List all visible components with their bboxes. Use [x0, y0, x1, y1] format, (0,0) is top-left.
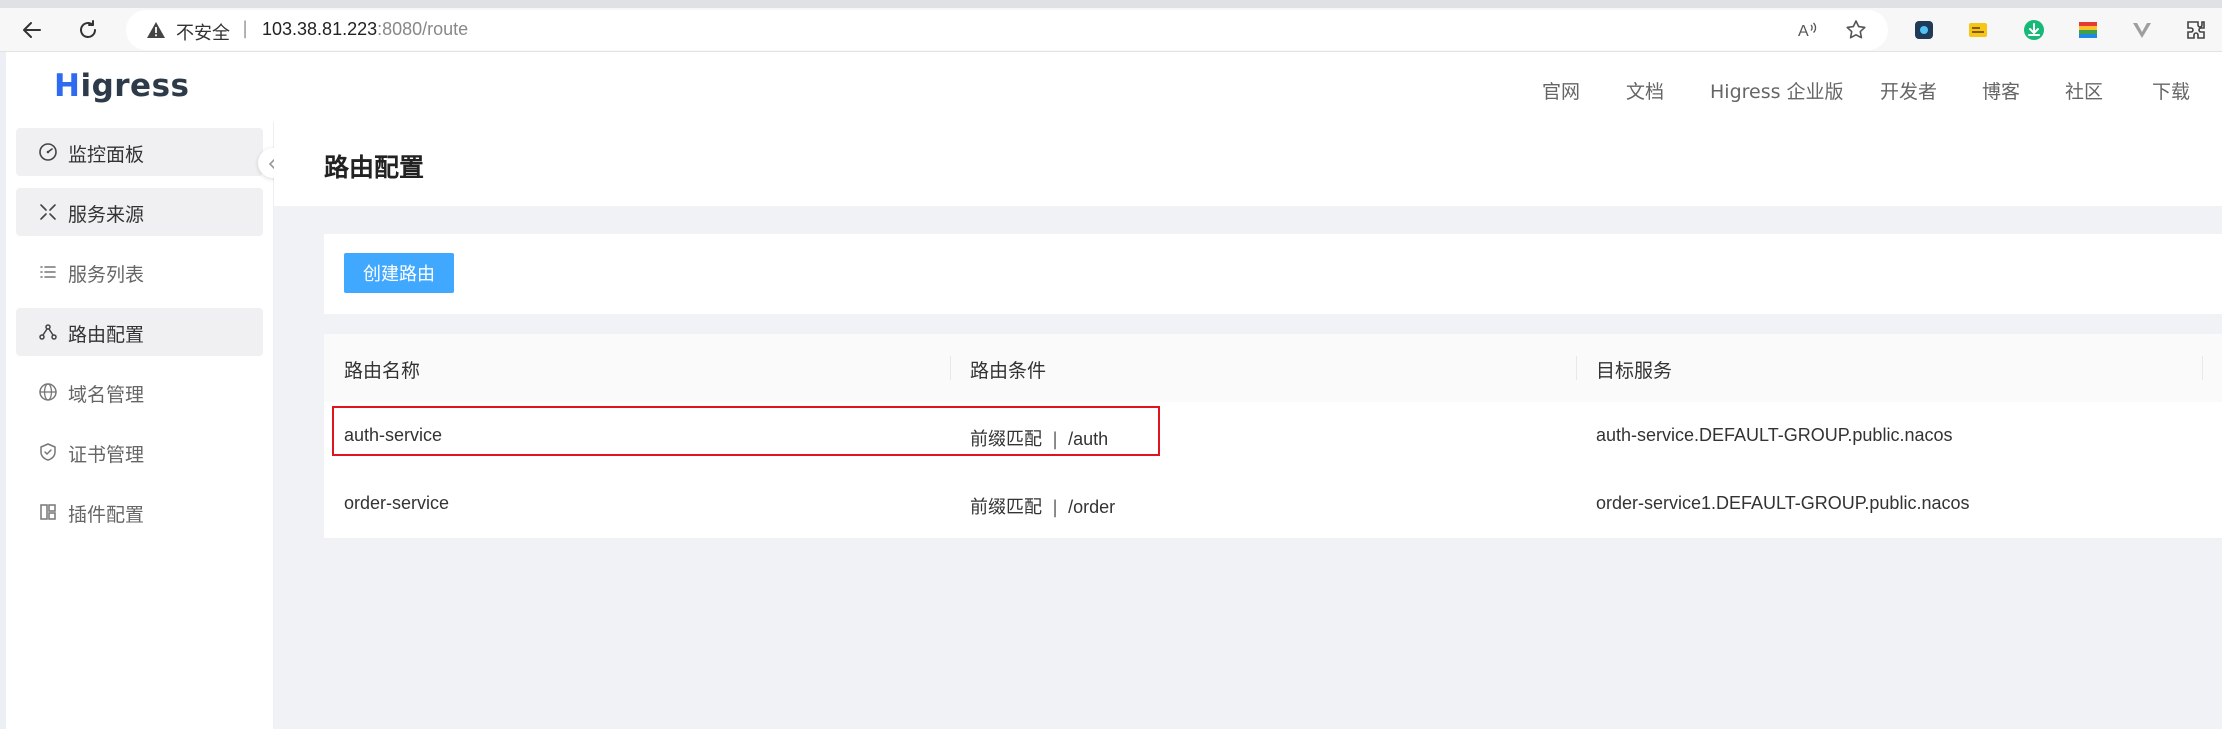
color-palette-icon[interactable]	[2077, 19, 2099, 41]
shield-icon	[38, 442, 58, 462]
target-service-cell: auth-service.DEFAULT-GROUP.public.nacos	[1596, 425, 1953, 445]
condition-separator: |	[1052, 497, 1059, 518]
highlight-annotation-box	[332, 406, 1160, 456]
list-icon	[38, 262, 58, 282]
browser-toolbar: 不安全 | 103.38.81.223:8080/route A	[0, 8, 2222, 52]
page-title: 路由配置	[324, 153, 425, 182]
nav-docs[interactable]: 文档	[1626, 77, 1664, 104]
read-aloud-icon[interactable]: A	[1796, 18, 1820, 42]
sidebar-item-label: 监控面板	[68, 144, 145, 166]
url-path: :8080/route	[377, 19, 469, 39]
nav-developers[interactable]: 开发者	[1880, 77, 1937, 104]
url-host: 103.38.81.223	[262, 19, 378, 39]
sidebar-item-route-config[interactable]: 路由配置	[16, 308, 263, 356]
logo-letters-rest: igress	[80, 68, 190, 104]
sidebar-item-label: 域名管理	[68, 384, 145, 406]
nav-enterprise[interactable]: Higress 企业版	[1710, 77, 1844, 104]
sidebar-item-label: 插件配置	[68, 504, 145, 526]
reload-icon[interactable]	[76, 18, 100, 42]
column-divider	[1576, 356, 1577, 380]
route-name-cell[interactable]: order-service	[344, 493, 449, 514]
column-header-route-name[interactable]: 路由名称	[344, 356, 420, 383]
address-separator: |	[242, 18, 249, 39]
extension-puzzle-blue-icon[interactable]	[1913, 19, 1935, 41]
app-header: Higress 官网 文档 Higress 企业版 开发者 博客 社区 下载	[6, 52, 2222, 123]
favorite-star-icon[interactable]	[1844, 18, 1868, 42]
column-divider	[2202, 356, 2203, 380]
toolbar-card: 创建路由	[324, 234, 2222, 314]
sidebar-item-label: 路由配置	[68, 324, 145, 346]
sidebar: 监控面板 服务来源 服务列表 路由配置 域名管理 证书管理 插件配置	[6, 122, 274, 729]
service-source-icon	[38, 202, 58, 222]
column-header-route-condition[interactable]: 路由条件	[970, 356, 1046, 383]
route-icon	[38, 322, 58, 342]
logo-text: Higress	[54, 68, 190, 104]
dashboard-icon	[38, 142, 58, 162]
svg-text:A: A	[1798, 23, 1809, 40]
sidebar-item-dashboard[interactable]: 监控面板	[16, 128, 263, 176]
sidebar-item-domain-management[interactable]: 域名管理	[16, 368, 263, 416]
globe-icon	[38, 382, 58, 402]
column-divider	[950, 356, 951, 380]
extensions-icon[interactable]	[2185, 19, 2207, 41]
nav-download[interactable]: 下载	[2152, 77, 2190, 104]
address-bar[interactable]: 不安全 | 103.38.81.223:8080/route A	[126, 10, 1888, 50]
create-route-button[interactable]: 创建路由	[344, 253, 454, 293]
url-text[interactable]: 103.38.81.223:8080/route	[262, 19, 468, 40]
security-label[interactable]: 不安全	[176, 19, 230, 45]
column-header-target-service[interactable]: 目标服务	[1596, 356, 1672, 383]
nav-official-site[interactable]: 官网	[1542, 77, 1580, 104]
higress-logo[interactable]: Higress	[54, 68, 190, 104]
sidebar-item-label: 服务来源	[68, 204, 145, 226]
plugin-icon	[38, 502, 58, 522]
sidebar-item-certificate-management[interactable]: 证书管理	[16, 428, 263, 476]
sidebar-item-label: 服务列表	[68, 264, 145, 286]
sidebar-item-service-list[interactable]: 服务列表	[16, 248, 263, 296]
download-extension-icon[interactable]	[2023, 19, 2045, 41]
table-header: 路由名称 路由条件 目标服务	[324, 334, 2222, 403]
extension-yellow-icon[interactable]	[1967, 19, 1989, 41]
match-path: /order	[1068, 497, 1116, 517]
sidebar-item-plugin-config[interactable]: 插件配置	[16, 488, 263, 536]
target-service-cell: order-service1.DEFAULT-GROUP.public.naco…	[1596, 493, 1970, 513]
match-type: 前缀匹配	[970, 497, 1042, 518]
warning-icon[interactable]	[146, 20, 166, 40]
sidebar-item-label: 证书管理	[68, 444, 145, 466]
route-condition-cell: 前缀匹配 | /order	[970, 493, 1115, 519]
back-icon[interactable]	[20, 18, 44, 42]
vue-devtools-icon[interactable]	[2131, 19, 2153, 41]
logo-letter-h: H	[54, 68, 81, 104]
sidebar-item-service-source[interactable]: 服务来源	[16, 188, 263, 236]
table-row[interactable]: order-service 前缀匹配 | /order order-service1…	[324, 470, 2222, 539]
nav-community[interactable]: 社区	[2065, 77, 2103, 104]
page-header: 路由配置	[274, 122, 2222, 206]
nav-blog[interactable]: 博客	[1982, 77, 2020, 104]
browser-tab-strip	[0, 0, 2222, 8]
